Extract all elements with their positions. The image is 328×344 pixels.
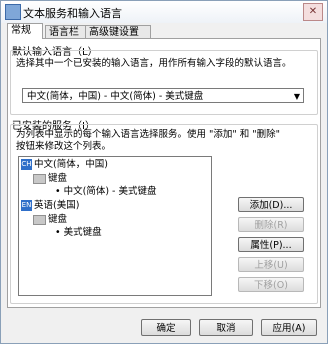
- tree-label: 中文(简体) - 美式键盘: [63, 186, 157, 197]
- bullet-icon: •: [55, 186, 64, 197]
- properties-button[interactable]: 属性(P)...: [238, 237, 304, 252]
- installed-services-description-2: 按钮来修改这个列表。: [16, 141, 112, 152]
- bullet-icon: •: [55, 227, 64, 238]
- chevron-down-icon: ▼: [293, 92, 300, 101]
- keyboard-icon: [33, 173, 46, 184]
- tree-language-chinese[interactable]: CH 中文(简体，中国): [21, 159, 108, 171]
- tree-label: 键盘: [48, 173, 68, 184]
- default-language-value: 中文(简体，中国) - 中文(简体) - 美式键盘: [27, 91, 204, 102]
- window-title: 文本服务和输入语言: [23, 7, 122, 20]
- language-en-icon: EN: [21, 200, 32, 211]
- tree-item-ch-us-keyboard[interactable]: • 中文(简体) - 美式键盘: [55, 186, 157, 198]
- language-ch-icon: CH: [21, 159, 32, 170]
- move-down-button[interactable]: 下移(O): [238, 277, 304, 292]
- tree-label: 美式键盘: [63, 227, 102, 238]
- move-up-button[interactable]: 上移(U): [238, 257, 304, 272]
- tree-language-english[interactable]: EN 英语(美国): [21, 200, 79, 212]
- title-bar[interactable]: 文本服务和输入语言 ✕: [1, 1, 327, 23]
- tab-advanced-key-settings[interactable]: 高级键设置: [85, 25, 151, 39]
- tree-label: 中文(简体，中国): [34, 159, 108, 170]
- add-button[interactable]: 添加(D)...: [238, 197, 304, 212]
- apply-button[interactable]: 应用(A): [261, 319, 317, 336]
- services-tree[interactable]: CH 中文(简体，中国) 键盘 • 中文(简体) - 美式键盘 EN 英语(美国) …: [18, 156, 212, 296]
- default-language-description: 选择其中一个已安装的输入语言，用作所有输入字段的默认语言。: [16, 58, 292, 69]
- tree-item-en-us-keyboard[interactable]: • 美式键盘: [55, 227, 102, 239]
- tab-general[interactable]: 常规: [7, 23, 43, 39]
- dialog-window: 文本服务和输入语言 ✕ 常规 语言栏 高级键设置 默认输入语言（L） 选择其中一…: [0, 0, 328, 344]
- default-language-select[interactable]: 中文(简体，中国) - 中文(简体) - 美式键盘 ▼: [22, 88, 304, 103]
- tree-category-keyboard-en[interactable]: 键盘: [33, 214, 67, 226]
- keyboard-icon: [33, 214, 46, 225]
- ok-button[interactable]: 确定: [141, 319, 191, 336]
- remove-button[interactable]: 删除(R): [238, 217, 304, 232]
- app-icon: [5, 4, 21, 20]
- close-button[interactable]: ✕: [303, 3, 323, 21]
- tab-panel-general: 默认输入语言（L） 选择其中一个已安装的输入语言，用作所有输入字段的默认语言。 …: [7, 38, 321, 308]
- tree-category-keyboard-ch[interactable]: 键盘: [33, 173, 67, 185]
- installed-services-description-1: 为列表中显示的每个输入语言选择服务。使用 "添加" 和 "删除": [16, 129, 281, 140]
- cancel-button[interactable]: 取消: [199, 319, 253, 336]
- tree-label: 英语(美国): [34, 200, 80, 211]
- tree-label: 键盘: [48, 214, 68, 225]
